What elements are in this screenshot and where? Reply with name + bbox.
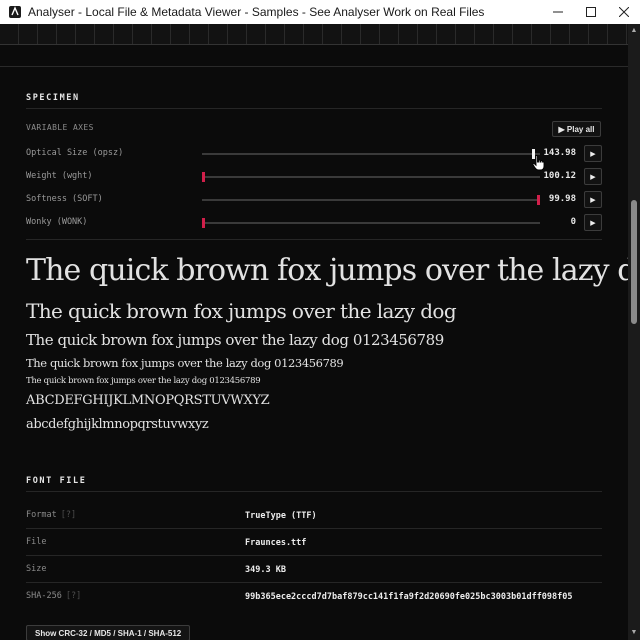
metadata-key-label: File [26,537,47,547]
font-file-section-title: FONT FILE [26,476,87,486]
maximize-button[interactable] [574,0,607,24]
metadata-row: SHA-256 [?] 99b365ece2cccd7d7baf879cc141f1… [26,583,602,623]
mouse-cursor-icon [532,155,546,176]
scrollbar-thumb[interactable] [631,200,637,324]
axis-row: Softness (SOFT) 99.98 ▶ [26,191,602,209]
axis-row: Optical Size (opsz) 143.98 ▶ [26,145,602,163]
play-icon: ▶ [590,196,596,204]
axis-name: Wonky (WONK) [26,217,88,227]
axis-play-button[interactable]: ▶ [584,214,602,231]
specimen-line-4: The quick brown fox jumps over the lazy … [26,356,344,370]
close-button[interactable] [607,0,640,24]
help-link[interactable]: [?] [61,510,76,520]
specimen-line-2: The quick brown fox jumps over the lazy … [26,299,457,323]
metadata-row: Format [?] TrueType (TTF) [26,502,602,529]
metadata-value: TrueType (TTF) [245,511,317,521]
close-icon [618,7,629,17]
axis-slider[interactable] [202,218,540,228]
metadata-key-label: Format [26,510,57,520]
axis-row: Wonky (WONK) 0 ▶ [26,214,602,232]
axis-value: 99.98 [548,194,576,204]
divider [26,108,602,109]
metadata-row: Size 349.3 KB [26,556,602,583]
axis-slider[interactable] [202,149,540,159]
specimen-line-lowercase: abcdefghijklmnopqrstuvwxyz [26,417,209,432]
axis-slider[interactable] [202,172,540,182]
specimen-line-uppercase: ABCDEFGHIJKLMNOPQRSTUVWXYZ [26,393,270,408]
axis-value: 143.98 [543,148,576,158]
axis-slider[interactable] [202,195,540,205]
help-link[interactable]: [?] [66,591,81,601]
metadata-key: Format [?] [26,510,76,520]
play-all-button[interactable]: ▶ Play all [552,121,601,137]
scroll-down-icon[interactable]: ▼ [628,626,640,640]
metadata-key-label: Size [26,564,47,574]
axis-play-button[interactable]: ▶ [584,191,602,208]
specimen-line-5: The quick brown fox jumps over the lazy … [26,376,261,386]
metadata-key: File [26,537,46,547]
metadata-key-label: SHA-256 [26,591,62,601]
axis-slider-thumb[interactable] [202,172,205,182]
app-logo-icon [8,5,22,19]
axis-play-button[interactable]: ▶ [584,145,602,162]
variable-axes-label: VARIABLE AXES [26,123,94,132]
divider [26,491,602,492]
axis-row: Weight (wght) 100.12 ▶ [26,168,602,186]
metadata-row: File Fraunces.ttf [26,529,602,556]
maximize-icon [585,7,596,17]
minimize-icon [552,11,563,13]
divider [26,239,602,240]
vertical-scrollbar[interactable]: ▲ ▼ [628,24,640,640]
specimen-section-title: SPECIMEN [26,93,80,103]
metadata-value: Fraunces.ttf [245,538,307,548]
play-icon: ▶ [590,150,596,158]
minimize-button[interactable] [541,0,574,24]
axis-value: 0 [570,217,576,227]
metadata-value: 349.3 KB [245,565,286,575]
main-content: SPECIMEN VARIABLE AXES ▶ Play all Optica… [0,67,628,640]
window-title: Analyser - Local File & Metadata Viewer … [28,5,485,19]
axis-slider-thumb[interactable] [537,195,540,205]
window-titlebar: Analyser - Local File & Metadata Viewer … [0,0,640,25]
divider [0,44,628,45]
specimen-line-3: The quick brown fox jumps over the lazy … [26,331,444,349]
axis-value: 100.12 [543,171,576,181]
axis-name: Softness (SOFT) [26,194,103,204]
scroll-up-icon[interactable]: ▲ [628,24,640,38]
top-pattern-band [0,24,628,44]
show-more-hashes-button[interactable]: Show CRC-32 / MD5 / SHA-1 / SHA-512 [26,625,191,640]
metadata-key: SHA-256 [?] [26,591,81,601]
metadata-key: Size [26,564,46,574]
specimen-line-1: The quick brown fox jumps over the lazy … [26,253,628,288]
play-icon: ▶ [590,173,596,181]
axis-name: Optical Size (opsz) [26,148,124,158]
axis-name: Weight (wght) [26,171,93,181]
axis-slider-thumb[interactable] [202,218,205,228]
metadata-value: 99b365ece2cccd7d7baf879cc141f1fa9f2d2069… [245,592,573,602]
play-icon: ▶ [590,219,596,227]
axis-play-button[interactable]: ▶ [584,168,602,185]
